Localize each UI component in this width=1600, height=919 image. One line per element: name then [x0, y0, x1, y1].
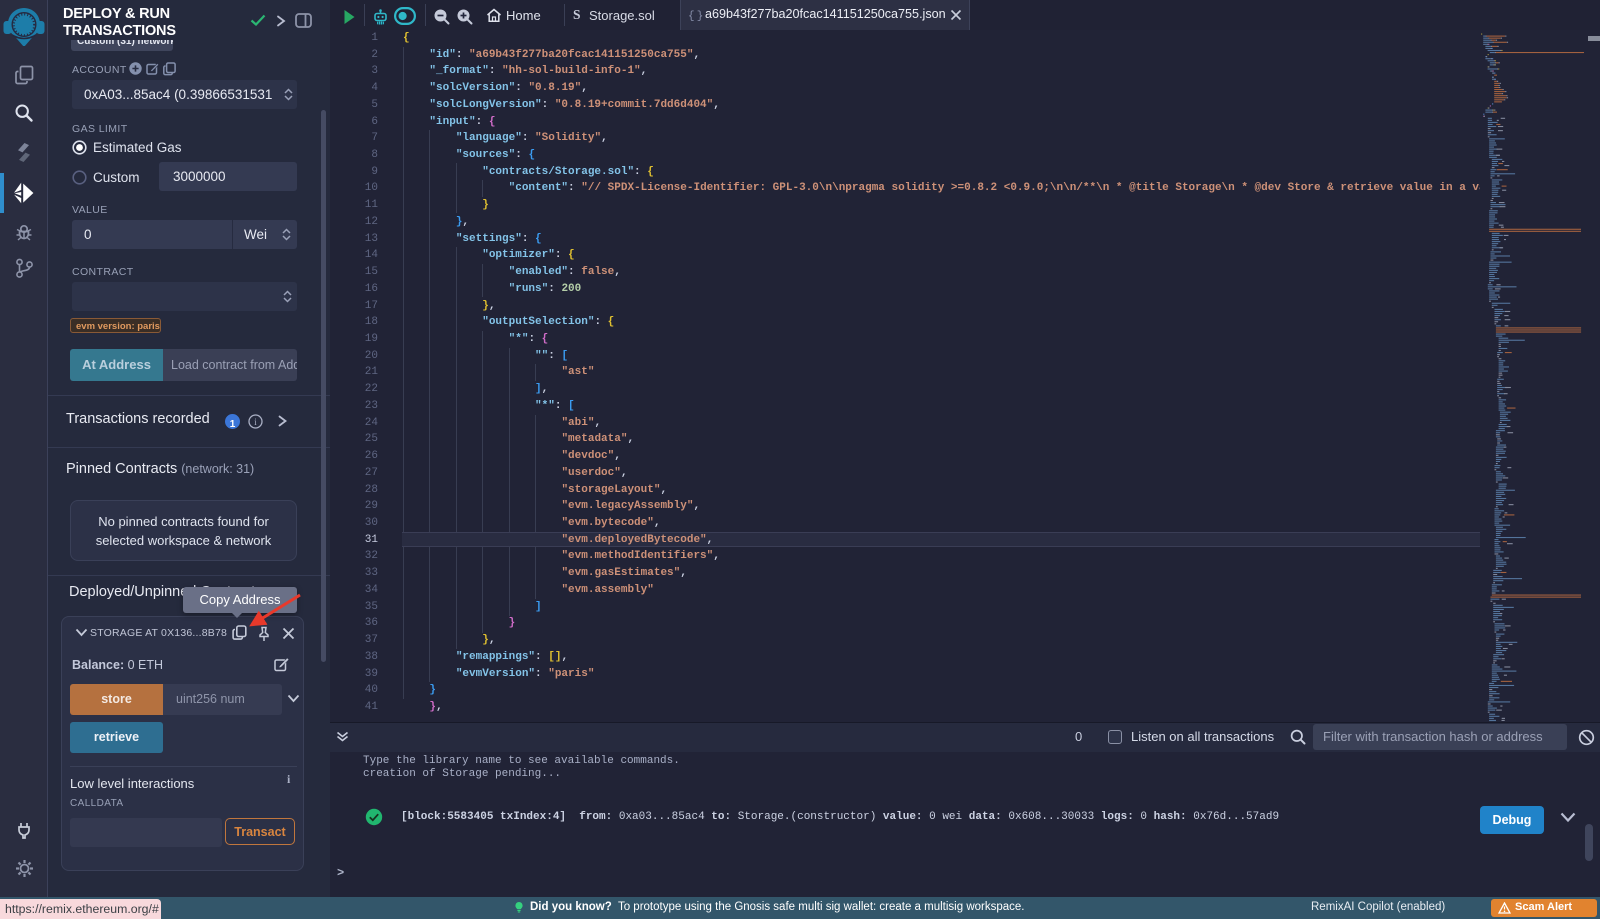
svg-text:{ }: { } — [688, 11, 703, 22]
svg-text:i: i — [254, 417, 257, 427]
